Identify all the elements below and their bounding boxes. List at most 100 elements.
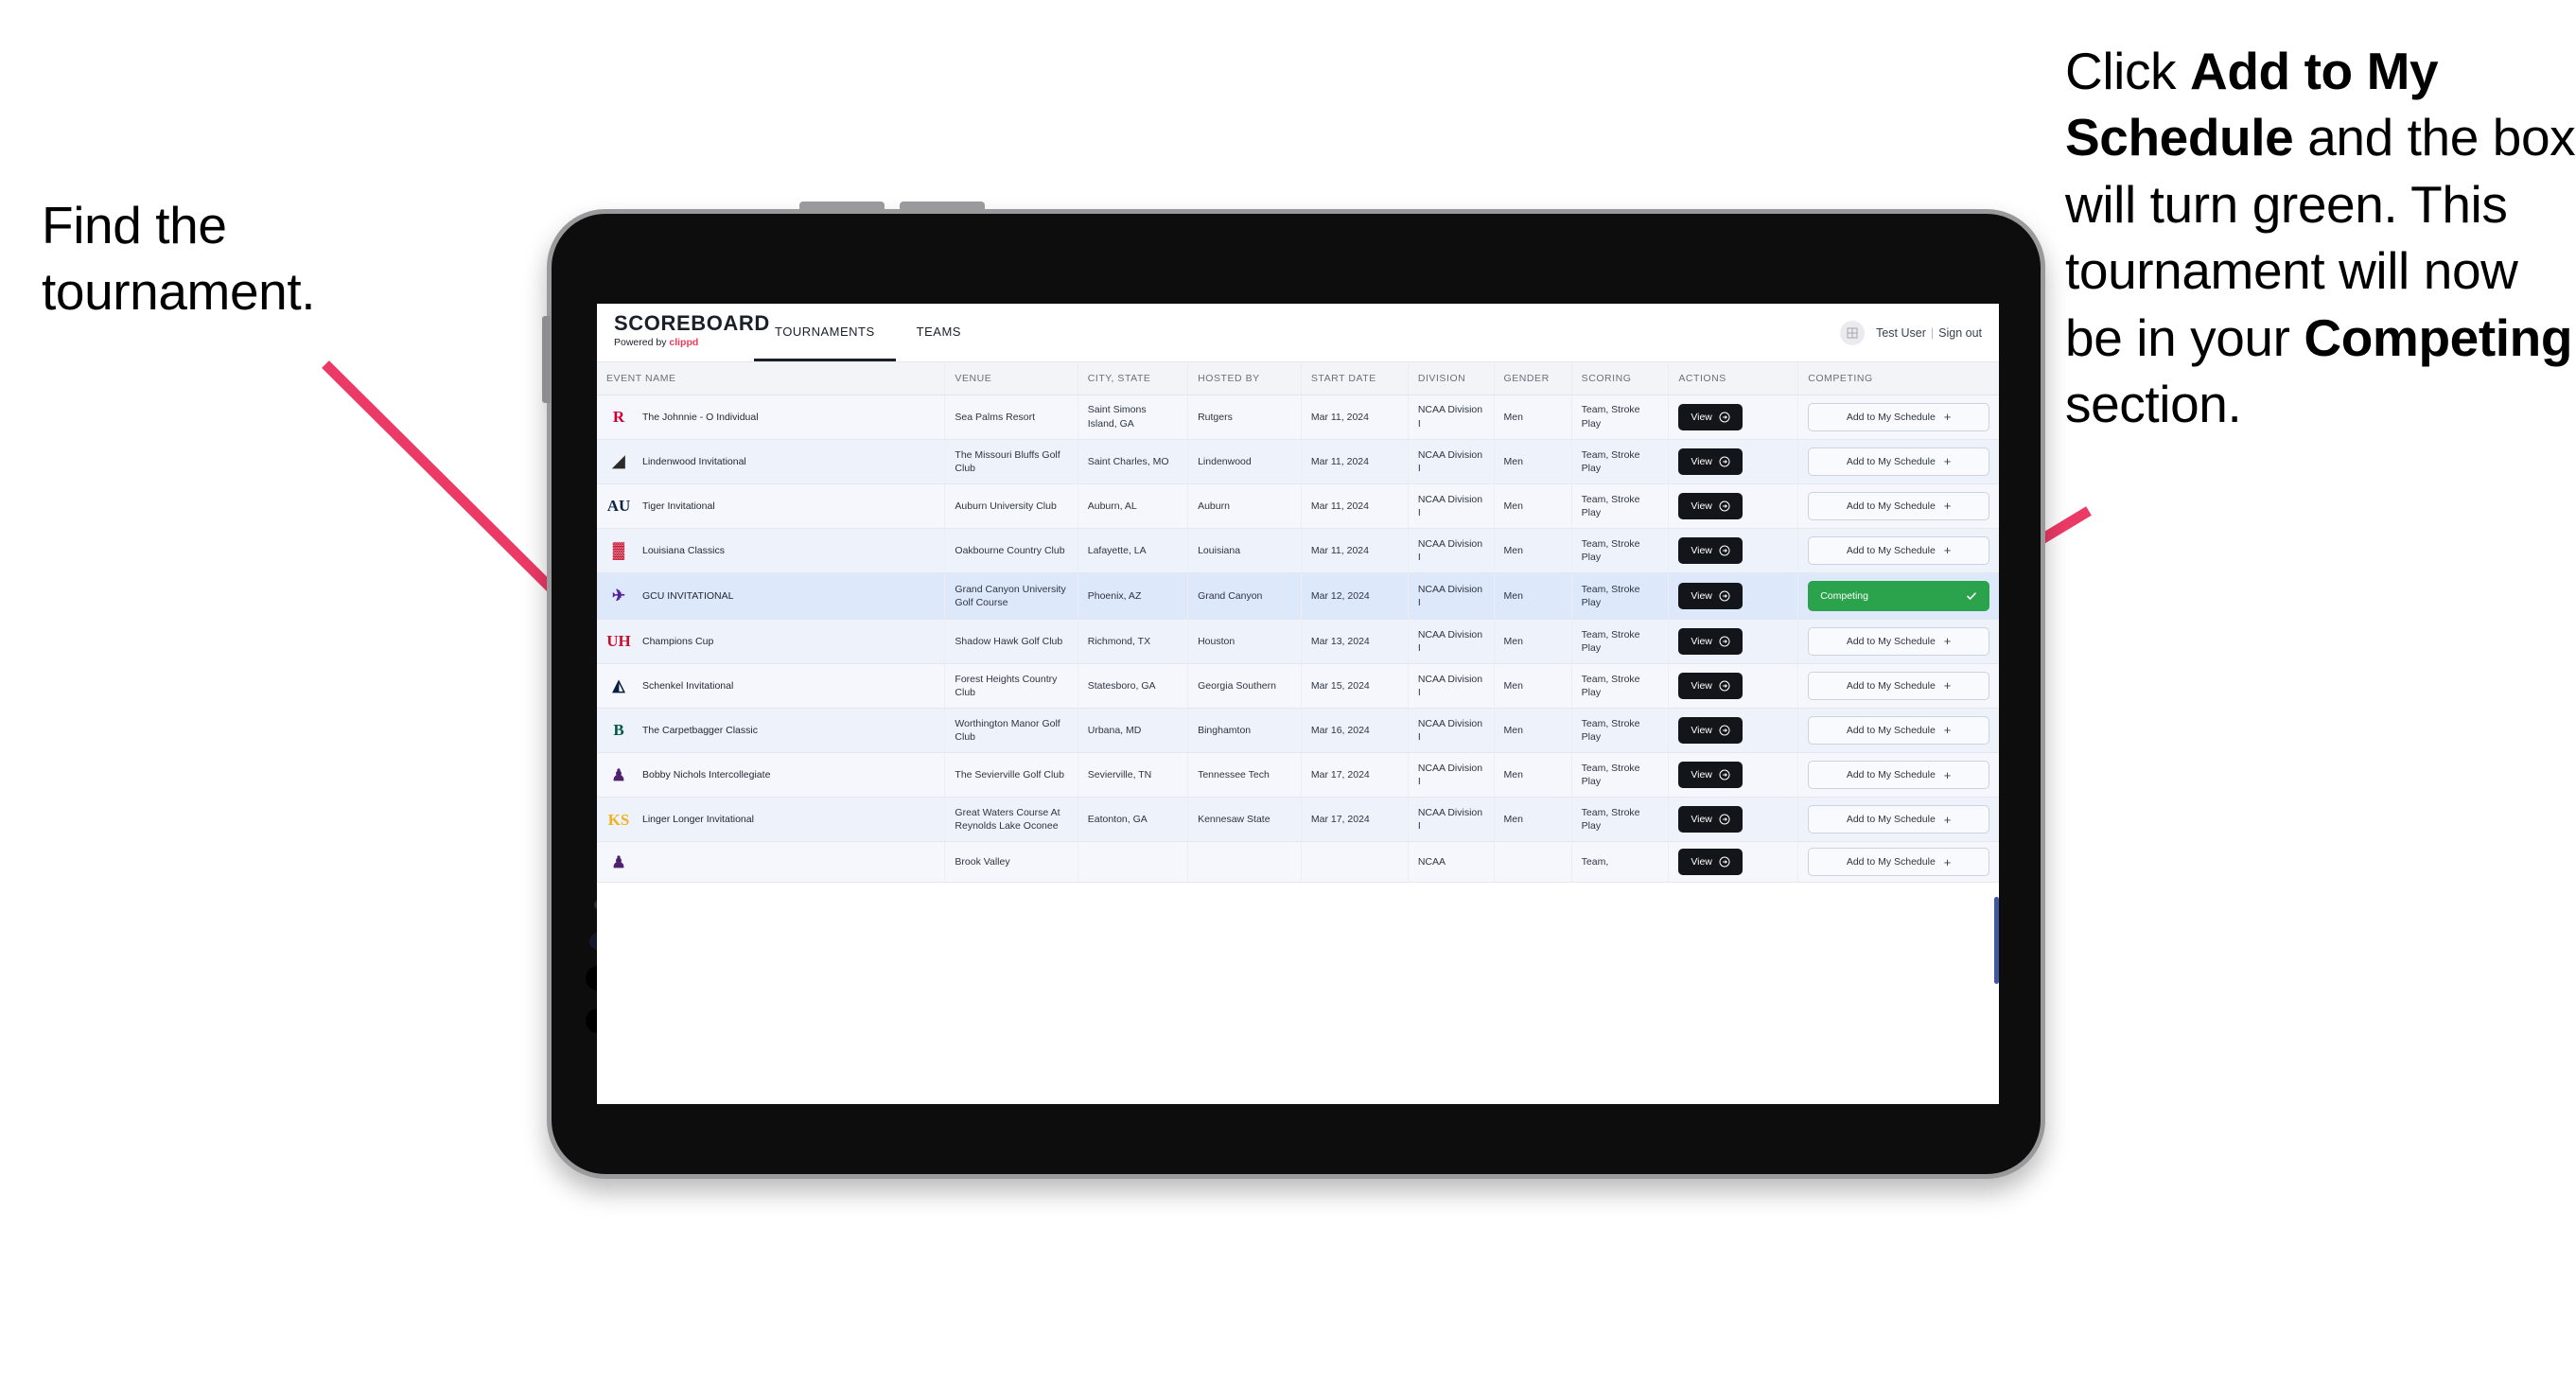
table-row[interactable]: KS Linger Longer Invitational Great Waters…	[597, 797, 1999, 843]
cell-competing: Add to My Schedule +	[1797, 528, 1999, 573]
avatar[interactable]	[1840, 320, 1866, 345]
cell-hosted-by: Rutgers	[1187, 395, 1302, 440]
add-to-my-schedule-button[interactable]: Add to My Schedule +	[1808, 626, 1989, 656]
cell-competing: Add to My Schedule +	[1797, 797, 1999, 843]
table-row[interactable]: ◭ Schenkel Invitational Forest Heights Cou…	[597, 663, 1999, 709]
device-side-button[interactable]	[542, 316, 551, 403]
add-to-my-schedule-button[interactable]: Add to My Schedule +	[1808, 805, 1989, 834]
cell-actions: View	[1668, 572, 1799, 620]
cell-city-state: Saint Simons Island, GA	[1078, 395, 1189, 440]
plus-icon: +	[1943, 854, 1952, 869]
cell-city-state: Statesboro, GA	[1078, 663, 1189, 709]
cell-competing: Competing	[1797, 572, 1999, 620]
add-to-my-schedule-button[interactable]: Add to My Schedule +	[1808, 761, 1989, 790]
view-label: View	[1691, 679, 1712, 692]
view-button[interactable]: View	[1678, 806, 1743, 833]
cell-event-name: ♟	[597, 841, 946, 884]
circle-arrow-icon	[1719, 590, 1730, 602]
table-row[interactable]: ✈ GCU INVITATIONAL Grand Canyon University…	[597, 572, 1999, 620]
view-button[interactable]: View	[1678, 492, 1743, 519]
cell-scoring: Team, Stroke Play	[1571, 619, 1670, 664]
cell-scoring: Team, Stroke Play	[1571, 663, 1670, 709]
cell-city-state	[1078, 841, 1189, 884]
view-button[interactable]: View	[1678, 762, 1743, 789]
cell-start-date: Mar 13, 2024	[1301, 619, 1409, 664]
team-logo-icon: KS	[607, 810, 630, 829]
circle-arrow-icon	[1719, 725, 1730, 736]
col-header-division[interactable]: DIVISION	[1408, 362, 1495, 395]
cell-city-state: Saint Charles, MO	[1078, 439, 1189, 484]
add-label: Add to My Schedule	[1846, 544, 1936, 556]
tab-tournaments[interactable]: TOURNAMENTS	[754, 304, 896, 361]
cell-hosted-by: Houston	[1187, 619, 1302, 664]
sign-out-link[interactable]: Sign out	[1938, 326, 1982, 340]
view-button[interactable]: View	[1678, 536, 1743, 564]
add-to-my-schedule-button[interactable]: Add to My Schedule +	[1808, 848, 1989, 877]
team-logo-icon: UH	[606, 632, 631, 651]
view-label: View	[1691, 500, 1712, 512]
add-to-my-schedule-button[interactable]: Add to My Schedule +	[1808, 715, 1989, 745]
cell-venue: Forest Heights Country Club	[944, 663, 1078, 709]
view-label: View	[1691, 544, 1712, 556]
vertical-scrollbar-thumb[interactable]	[1994, 897, 1999, 984]
cell-actions: View	[1668, 619, 1799, 664]
cell-division: NCAA Division I	[1408, 572, 1495, 620]
cell-actions: View	[1668, 528, 1799, 573]
event-name-text: The Johnnie - O Individual	[642, 411, 759, 423]
tournaments-table-scroll-area[interactable]: EVENT NAME VENUE CITY, STATE HOSTED BY S…	[597, 362, 1999, 1104]
team-logo-icon: ✈	[611, 587, 626, 605]
competing-label: Competing	[1820, 589, 1868, 602]
add-to-my-schedule-button[interactable]: Add to My Schedule +	[1808, 491, 1989, 520]
annotation-right-part-3: Competing	[2304, 307, 2573, 367]
add-to-my-schedule-button[interactable]: Add to My Schedule +	[1808, 671, 1989, 700]
cell-start-date: Mar 15, 2024	[1301, 663, 1409, 709]
tab-teams[interactable]: TEAMS	[896, 304, 982, 361]
view-button[interactable]: View	[1678, 447, 1743, 475]
col-header-event-name[interactable]: EVENT NAME	[597, 362, 946, 395]
view-button[interactable]: View	[1678, 849, 1743, 876]
team-logo-icon: R	[612, 408, 625, 427]
add-to-my-schedule-button[interactable]: Add to My Schedule +	[1808, 535, 1989, 565]
cell-venue: Brook Valley	[944, 841, 1078, 884]
add-to-my-schedule-button[interactable]: Add to My Schedule +	[1808, 447, 1989, 476]
table-row[interactable]: UH Champions Cup Shadow Hawk Golf Club Rich…	[597, 619, 1999, 664]
col-header-scoring[interactable]: SCORING	[1571, 362, 1670, 395]
cell-event-name: AU Tiger Invitational	[597, 483, 946, 529]
col-header-venue[interactable]: VENUE	[944, 362, 1078, 395]
competing-button[interactable]: Competing	[1808, 580, 1989, 611]
col-header-gender[interactable]: GENDER	[1494, 362, 1572, 395]
cell-start-date: Mar 17, 2024	[1301, 797, 1409, 843]
col-header-actions[interactable]: ACTIONS	[1668, 362, 1799, 395]
table-row[interactable]: ▓ Louisiana Classics Oakbourne Country Clu…	[597, 528, 1999, 573]
circle-arrow-icon	[1719, 769, 1730, 781]
table-row[interactable]: ♟ Bobby Nichols Intercollegiate The Sevier…	[597, 752, 1999, 798]
col-header-start-date[interactable]: START DATE	[1301, 362, 1409, 395]
cell-start-date	[1301, 841, 1409, 884]
page-root: Find the tournament. Click Add to My Sch…	[0, 0, 2576, 1386]
cell-event-name: ♟ Bobby Nichols Intercollegiate	[597, 752, 946, 798]
team-logo-icon: AU	[606, 497, 631, 516]
view-button[interactable]: View	[1678, 582, 1743, 609]
add-to-my-schedule-button[interactable]: Add to My Schedule +	[1808, 402, 1989, 431]
app-brand-logo[interactable]: SCOREBOARD Powered by clippd	[597, 304, 769, 361]
view-button[interactable]: View	[1678, 403, 1743, 430]
event-name-text: The Carpetbagger Classic	[642, 724, 758, 736]
plus-icon: +	[1943, 678, 1952, 693]
col-header-hosted-by[interactable]: HOSTED BY	[1187, 362, 1302, 395]
view-button[interactable]: View	[1678, 672, 1743, 699]
table-row[interactable]: AU Tiger Invitational Auburn University Cl…	[597, 483, 1999, 529]
col-header-city-state[interactable]: CITY, STATE	[1078, 362, 1189, 395]
cell-city-state: Eatonton, GA	[1078, 797, 1189, 843]
add-label: Add to My Schedule	[1846, 856, 1936, 868]
cell-division: NCAA Division I	[1408, 439, 1495, 484]
cell-venue: The Sevierville Golf Club	[944, 752, 1078, 798]
view-button[interactable]: View	[1678, 627, 1743, 655]
event-name-text: Louisiana Classics	[642, 544, 725, 556]
cell-division: NCAA Division I	[1408, 663, 1495, 709]
table-row[interactable]: B The Carpetbagger Classic Worthington Man…	[597, 708, 1999, 754]
table-row[interactable]: ◢ Lindenwood Invitational The Missouri Blu…	[597, 439, 1999, 484]
view-button[interactable]: View	[1678, 716, 1743, 744]
table-row[interactable]: ♟ Brook Valley NCAA Team, View Add to My Sche…	[597, 841, 1999, 884]
table-row[interactable]: R The Johnnie - O Individual Sea Palms Res…	[597, 395, 1999, 440]
col-header-competing[interactable]: COMPETING	[1797, 362, 1999, 395]
